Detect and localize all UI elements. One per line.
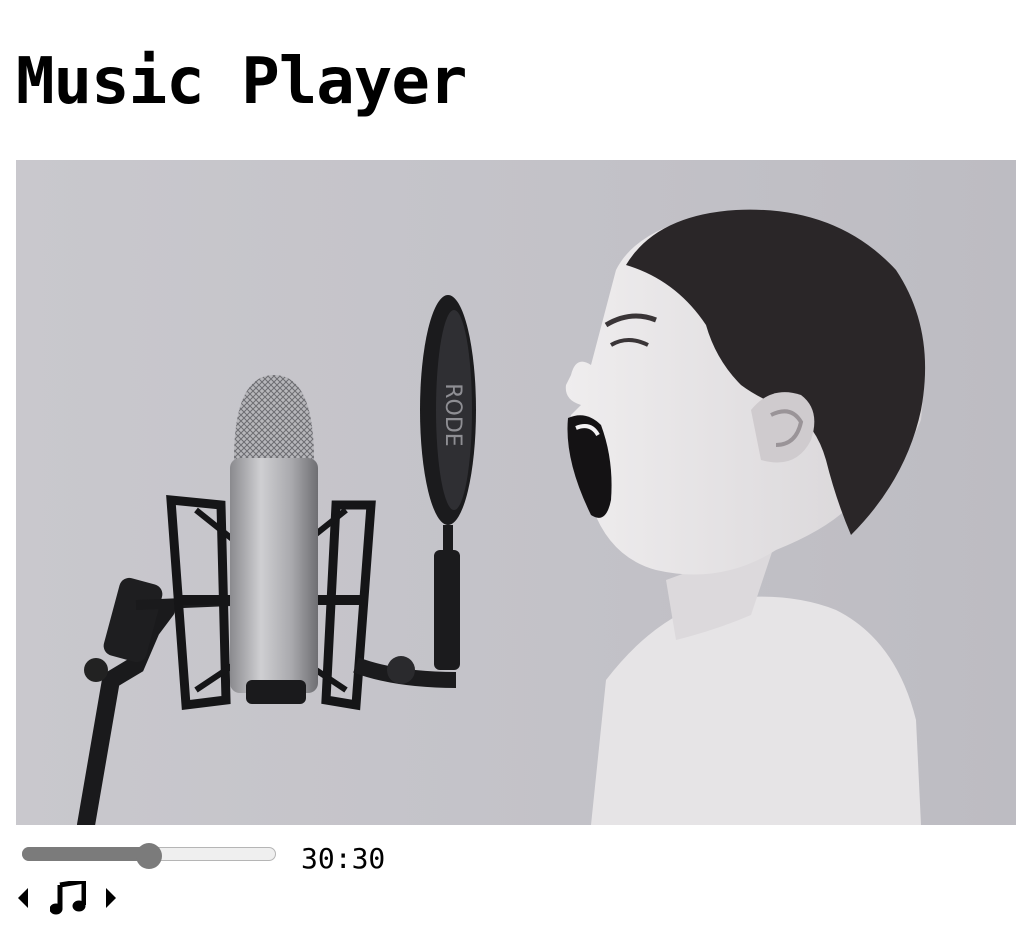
- playback-controls: [16, 880, 136, 916]
- progress-slider[interactable]: [22, 843, 278, 869]
- music-player-page: Music Player RODE 30:30: [0, 0, 1016, 952]
- artwork-illustration: RODE: [16, 160, 1016, 825]
- next-button[interactable]: [104, 880, 118, 916]
- music-note-icon: [50, 881, 86, 915]
- time-display: 30:30: [301, 842, 386, 875]
- progress-fill: [22, 847, 149, 861]
- play-button[interactable]: [48, 880, 88, 916]
- album-artwork: RODE: [16, 160, 1016, 825]
- page-title: Music Player: [16, 45, 467, 119]
- progress-thumb[interactable]: [136, 843, 162, 869]
- caret-right-icon: [106, 888, 116, 908]
- playback-progress-row: 30:30: [16, 838, 616, 878]
- pop-filter-label: RODE: [440, 383, 465, 446]
- previous-button[interactable]: [16, 880, 30, 916]
- caret-left-icon: [18, 888, 28, 908]
